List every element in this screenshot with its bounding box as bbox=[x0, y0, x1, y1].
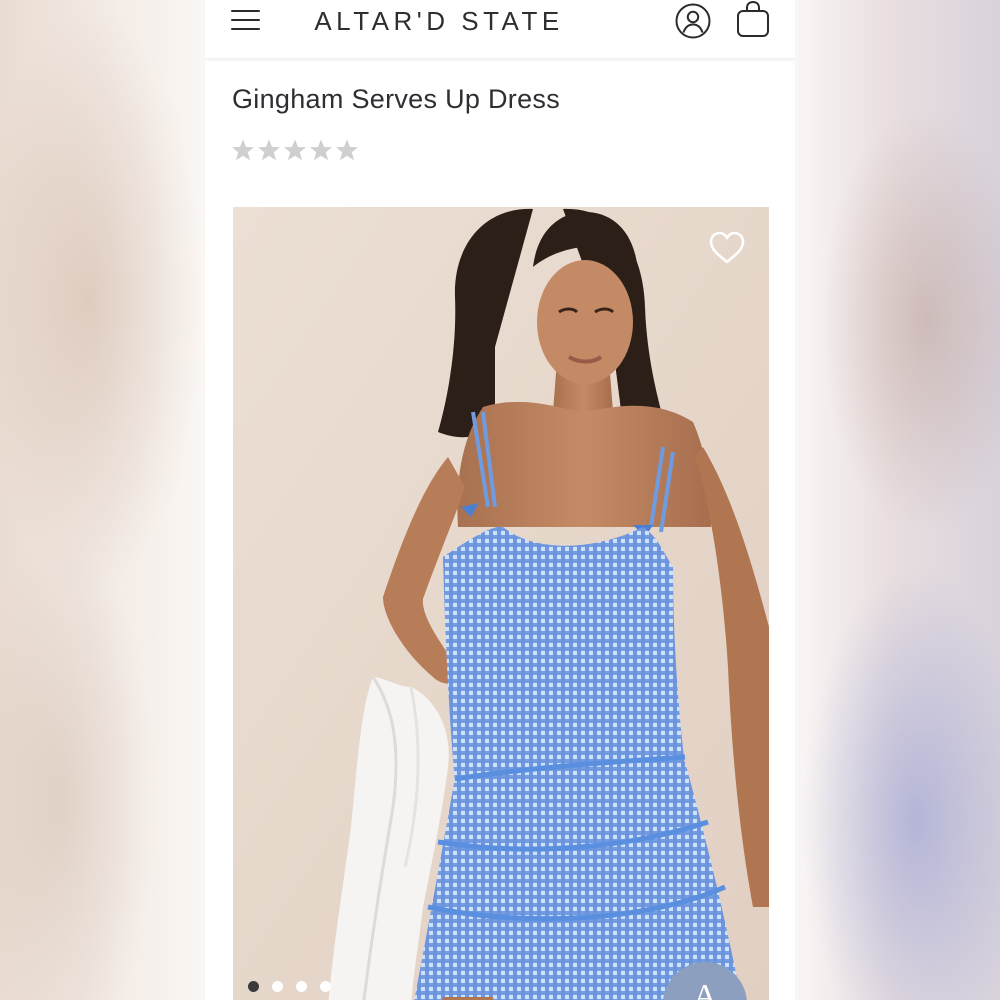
pagination-dot[interactable] bbox=[272, 981, 283, 992]
star-icon bbox=[336, 139, 358, 161]
brand-logo[interactable]: ALTAR'D STATE bbox=[301, 4, 577, 38]
help-badge-glyph: A bbox=[692, 978, 718, 1000]
product-photo bbox=[233, 207, 769, 1000]
star-rating[interactable] bbox=[231, 138, 359, 162]
heart-outline-icon[interactable] bbox=[709, 231, 745, 265]
pagination-dot[interactable] bbox=[296, 981, 307, 992]
gallery-pagination bbox=[248, 981, 331, 992]
star-icon bbox=[310, 139, 332, 161]
background-blur-left bbox=[0, 0, 205, 1000]
product-title: Gingham Serves Up Dress bbox=[232, 84, 561, 114]
product-image-gallery[interactable]: A bbox=[233, 207, 769, 1000]
star-icon bbox=[258, 139, 280, 161]
star-icon bbox=[284, 139, 306, 161]
shopping-bag-icon[interactable] bbox=[736, 0, 770, 38]
pagination-dot[interactable] bbox=[320, 981, 331, 992]
top-navigation-bar: ALTAR'D STATE bbox=[205, 0, 795, 58]
hamburger-menu-icon[interactable] bbox=[231, 8, 261, 32]
mobile-page: ALTAR'D STATE Gingham Serves Up Dress A bbox=[205, 0, 795, 1000]
background-blur-right bbox=[795, 0, 1000, 1000]
star-icon bbox=[232, 139, 254, 161]
pagination-dot[interactable] bbox=[248, 981, 259, 992]
user-account-icon[interactable] bbox=[675, 3, 711, 39]
